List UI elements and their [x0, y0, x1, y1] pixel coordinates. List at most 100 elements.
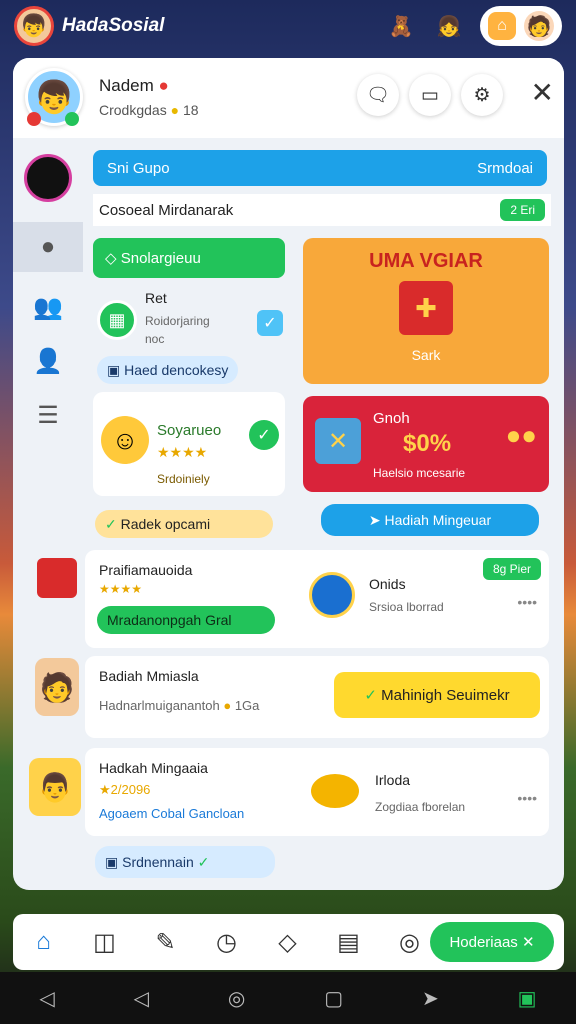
back-icon[interactable]: ◁	[39, 986, 54, 1011]
gift-card[interactable]: UMA VGIAR ✚ Sark	[303, 238, 549, 384]
box-icon: ▣	[107, 361, 121, 378]
gold-icon	[311, 774, 359, 808]
nav-green-button[interactable]: Hoderiaas ✕	[430, 922, 554, 962]
home-icon[interactable]: ⌂	[488, 12, 516, 40]
face-icon: 👦	[20, 13, 48, 38]
list-item[interactable]: Badiah Mmiasla Hadnarlmuiganantoh ● 1Ga …	[85, 656, 549, 738]
list-item-right-sub: Srsioa lborrad	[369, 600, 444, 614]
more-icon[interactable]: ••••	[517, 594, 537, 610]
nav-camera[interactable]: ◫	[74, 928, 135, 957]
sidebar-item-search[interactable]: ●	[13, 222, 83, 272]
list-item[interactable]: Hadkah Mingaaia ★2/2096 Agoaem Cobal Gan…	[85, 748, 549, 836]
nav-tag[interactable]: ◇	[257, 928, 318, 957]
bottom-nav: ⌂ ◫ ✎ ◷ ◇ ▤ ◎ Hoderiaas ✕	[13, 914, 564, 970]
item-sub2: noc	[145, 332, 165, 346]
calendar-icon: ▤	[337, 928, 360, 956]
send-icon: ➤	[368, 511, 381, 528]
card-button[interactable]: ▭	[409, 74, 451, 116]
hadiah-pill[interactable]: ✓ Radek opcami	[95, 510, 273, 538]
footer-pill[interactable]: ▣ Srdnennain ✓	[95, 846, 275, 878]
chat-button[interactable]: 🗨	[357, 74, 399, 116]
search-icon: ●	[40, 233, 56, 260]
camera-icon: ◫	[93, 928, 116, 956]
nav-calendar[interactable]: ▤	[318, 928, 379, 957]
user-avatar-icon[interactable]: 🧑	[524, 11, 554, 41]
list-item-cta[interactable]: ✓ Mahinigh Seuimekr	[334, 672, 540, 718]
notes-icon: ☰	[37, 401, 59, 429]
community-row[interactable]: Cosoeal Mirdanarak 2 Eri	[93, 194, 551, 226]
nav-clock[interactable]: ◷	[196, 928, 257, 957]
card-icon: ▭	[421, 84, 439, 106]
group-label: Sni Gupo	[107, 159, 170, 177]
list-item-stars: ★★★★	[99, 582, 143, 596]
gear-icon: ⚙	[473, 84, 491, 106]
checkbox[interactable]: ✓	[257, 310, 283, 336]
smile-title: Soyarueo	[157, 422, 222, 439]
main-panel: 👦 Nadem ● Crodkgdas ● 18 🗨 ▭ ⚙ ✕ ● 👥 👤 ☰…	[13, 58, 564, 890]
app-icon[interactable]: ▣	[518, 986, 537, 1011]
list-item[interactable]: Praifiamauoida ★★★★ Mradanonpgah Gral On…	[85, 550, 549, 648]
smile-card[interactable]: ☺ Soyarueo ★★★★ Srdoiniely ✓	[93, 392, 285, 496]
sidebar-item-notes[interactable]: ☰	[13, 390, 83, 440]
list-item-link[interactable]: Agoaem Cobal Gancloan	[99, 806, 244, 821]
gift-card-label: Sark	[411, 347, 441, 363]
item-title: Ret	[145, 290, 167, 306]
gift-bag-icon	[37, 558, 77, 598]
group-bar[interactable]: Sni Gupo Srmdoai	[93, 150, 547, 186]
home-circle-icon[interactable]: ◎	[228, 986, 245, 1011]
list-item-title: Praifiamauoida	[99, 562, 193, 578]
list-item-title: Hadkah Mingaaia	[99, 760, 208, 776]
close-button[interactable]: ✕	[531, 76, 554, 109]
hadiah-button-label: Hadiah Mingeuar	[384, 512, 492, 528]
list-item-stars: ★2/2096	[99, 782, 151, 797]
nav-home[interactable]: ⌂	[13, 928, 74, 956]
item-sub: Roidorjaring	[145, 314, 210, 328]
settings-button[interactable]: ⚙	[461, 74, 503, 116]
system-bar: ◁ ◁ ◎ ▢ ➤ ▣	[0, 972, 576, 1024]
share-icon[interactable]: ➤	[422, 986, 439, 1011]
list-item-chip: 8g Pier	[482, 558, 541, 580]
recents-icon[interactable]: ▢	[324, 986, 343, 1011]
gift-icon: ✚	[399, 281, 453, 335]
tag-icon: ◇	[278, 928, 297, 956]
character-icon: 🧑	[35, 658, 79, 716]
footer-pill-label: Srdnennain	[122, 854, 194, 870]
home-pill[interactable]: ⌂ 🧑	[480, 6, 562, 46]
avatar-icon[interactable]: 👧	[432, 9, 466, 43]
lock-icon: ▣	[105, 853, 119, 870]
clock-icon: ◷	[216, 928, 237, 956]
app-avatar[interactable]: 👦	[14, 6, 54, 46]
back-alt-icon[interactable]: ◁	[134, 986, 149, 1011]
hadiah-button[interactable]: ➤ Hadiah Mingeuar	[321, 504, 539, 536]
nav-edit[interactable]: ✎	[135, 928, 196, 957]
claim-button[interactable]: ▣ Haed dencokesy	[97, 356, 239, 384]
sidebar: ● 👥 👤 ☰	[13, 140, 83, 540]
person-icon: 👤	[33, 347, 63, 375]
list-item-sub-text: Hadnarlmuiganantoh	[99, 698, 220, 713]
heart-icon	[27, 112, 41, 126]
green-header-button[interactable]: ◇ Snolargieuu	[93, 238, 285, 278]
box-treasure-icon: ✕	[315, 418, 361, 464]
top-bar: 👦 HadaSosial 🧸 👧 ⌂ 🧑	[0, 0, 576, 52]
character-icon[interactable]: 🧸	[384, 9, 418, 43]
hadiah-pill-label: Radek opcami	[120, 516, 211, 532]
chat-icon: 🗨	[365, 85, 391, 106]
confirm-icon[interactable]: ✓	[249, 420, 279, 450]
group-avatar[interactable]	[13, 148, 83, 208]
bonus-percent: $0%	[403, 430, 452, 457]
list-item-right-title: Onids	[369, 576, 406, 592]
community-badge: 2 Eri	[500, 199, 545, 221]
game-icon	[309, 572, 355, 618]
edit-icon: ✎	[155, 928, 176, 956]
bonus-card[interactable]: ✕ Gnoh $0% Haelsio mcesarie ●●	[303, 396, 549, 492]
smile-sub: Srdoiniely	[157, 472, 210, 486]
more-icon[interactable]: ••••	[517, 790, 537, 806]
check-icon: ✓	[197, 853, 210, 870]
list-item-action-label: Mradanonpgah Gral	[107, 612, 232, 628]
gift-card-title: UMA VGIAR	[369, 250, 483, 272]
list-item-action[interactable]: Mradanonpgah Gral	[97, 606, 275, 634]
group-right-label: Srmdoai	[477, 159, 533, 177]
sidebar-item-friends[interactable]: 👥	[13, 282, 83, 332]
sidebar-item-profile[interactable]: 👤	[13, 336, 83, 386]
profile-header: 👦 Nadem ● Crodkgdas ● 18 🗨 ▭ ⚙ ✕	[13, 58, 564, 138]
